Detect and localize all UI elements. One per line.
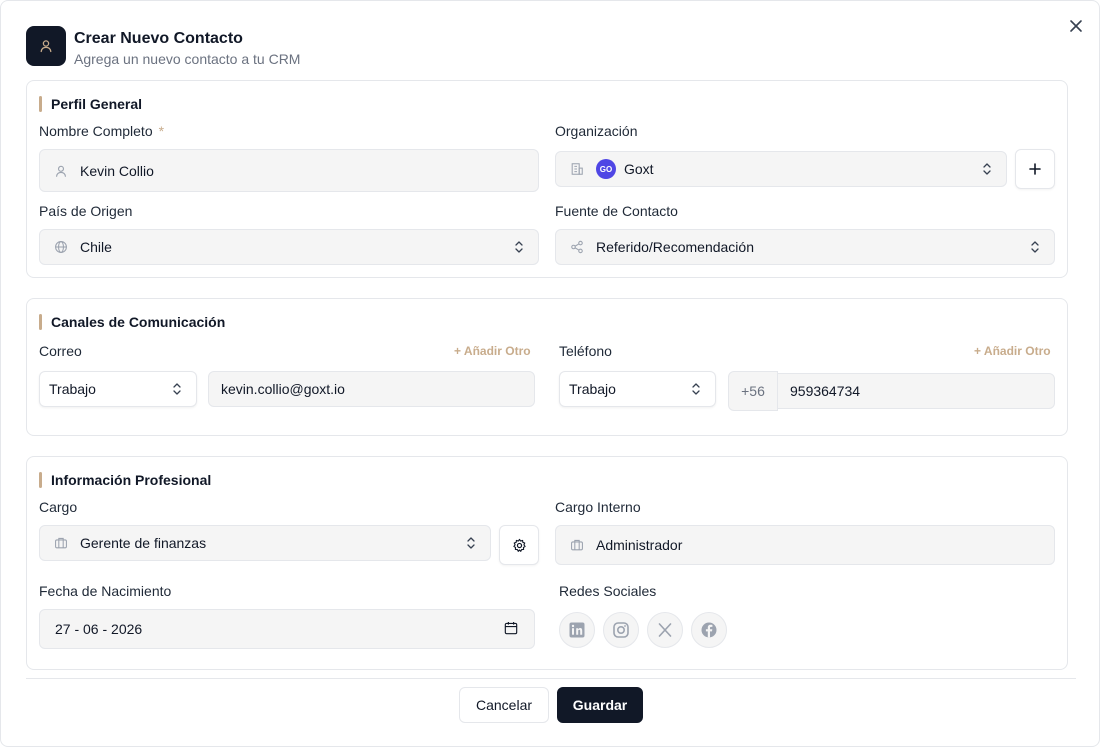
cargo-settings-button[interactable] xyxy=(499,525,539,565)
add-organization-button[interactable] xyxy=(1015,149,1055,189)
pais-value: Chile xyxy=(80,239,112,255)
telefono-label: Teléfono xyxy=(559,343,612,359)
organizacion-label: Organización xyxy=(555,123,638,139)
required-mark: * xyxy=(158,123,165,139)
cargo-interno-label: Cargo Interno xyxy=(555,499,641,515)
cargo-value: Gerente de finanzas xyxy=(80,535,207,551)
facebook-icon xyxy=(701,622,717,638)
close-icon[interactable] xyxy=(1067,17,1085,35)
cargo-select[interactable]: Gerente de finanzas xyxy=(39,525,491,561)
x-icon xyxy=(658,623,672,637)
section-title: Información Profesional xyxy=(39,472,211,488)
chevron-updown-icon xyxy=(514,240,524,254)
telefono-input[interactable]: 959364734 xyxy=(777,373,1055,409)
cancel-button[interactable]: Cancelar xyxy=(459,687,549,723)
instagram-button[interactable] xyxy=(603,612,639,648)
add-email-link[interactable]: + Añadir Otro xyxy=(454,344,531,358)
chevron-updown-icon xyxy=(172,382,182,396)
share-icon xyxy=(570,240,584,254)
building-icon xyxy=(570,162,584,176)
correo-type-value: Trabajo xyxy=(49,381,96,397)
fecha-input[interactable]: 27 - 06 - 2026 xyxy=(39,609,535,649)
pais-label: País de Origen xyxy=(39,203,133,219)
telefono-type-select[interactable]: Trabajo xyxy=(559,371,716,407)
section-title: Perfil General xyxy=(39,96,142,112)
cargo-label: Cargo xyxy=(39,499,78,515)
fuente-select[interactable]: Referido/Recomendación xyxy=(555,229,1055,265)
section-canales: Canales de Comunicación xyxy=(26,298,1068,436)
create-contact-modal: Crear Nuevo Contacto Agrega un nuevo con… xyxy=(0,0,1100,747)
linkedin-icon xyxy=(569,622,585,638)
redes-label: Redes Sociales xyxy=(559,583,657,599)
briefcase-icon xyxy=(570,538,584,552)
pais-select[interactable]: Chile xyxy=(39,229,539,265)
fecha-label: Fecha de Nacimiento xyxy=(39,583,172,599)
plus-icon xyxy=(1029,163,1041,175)
chevron-updown-icon xyxy=(691,382,701,396)
organization-logo: GO xyxy=(596,159,616,179)
nombre-input[interactable]: Kevin Collio xyxy=(39,149,539,192)
correo-value: kevin.collio@goxt.io xyxy=(221,381,345,397)
correo-label: Correo xyxy=(39,343,82,359)
correo-input[interactable]: kevin.collio@goxt.io xyxy=(208,371,535,407)
section-title: Canales de Comunicación xyxy=(39,314,225,330)
header-user-icon xyxy=(26,26,66,66)
modal-title: Crear Nuevo Contacto xyxy=(74,30,243,47)
chevron-updown-icon xyxy=(982,162,992,176)
user-icon xyxy=(54,164,68,178)
phone-prefix: +56 xyxy=(728,371,778,411)
chevron-updown-icon xyxy=(1030,240,1040,254)
fuente-label: Fuente de Contacto xyxy=(555,203,678,219)
cargo-interno-input[interactable]: Administrador xyxy=(555,525,1055,565)
linkedin-button[interactable] xyxy=(559,612,595,648)
nombre-value: Kevin Collio xyxy=(80,162,154,179)
globe-icon xyxy=(54,240,68,254)
telefono-value: 959364734 xyxy=(790,383,861,399)
add-phone-link[interactable]: + Añadir Otro xyxy=(974,344,1051,358)
facebook-button[interactable] xyxy=(691,612,727,648)
footer-divider xyxy=(26,678,1076,679)
instagram-icon xyxy=(613,622,629,638)
cargo-interno-value: Administrador xyxy=(596,537,683,553)
x-twitter-button[interactable] xyxy=(647,612,683,648)
nombre-label: Nombre Completo * xyxy=(39,123,165,139)
fuente-value: Referido/Recomendación xyxy=(596,239,754,255)
telefono-type-value: Trabajo xyxy=(569,381,616,397)
correo-type-select[interactable]: Trabajo xyxy=(39,371,197,407)
chevron-updown-icon xyxy=(466,536,476,550)
save-button[interactable]: Guardar xyxy=(557,687,643,723)
gear-icon xyxy=(512,538,526,552)
organizacion-select[interactable]: GO Goxt xyxy=(555,151,1007,187)
fecha-value: 27 - 06 - 2026 xyxy=(55,621,143,637)
briefcase-icon xyxy=(54,536,68,550)
calendar-icon[interactable] xyxy=(504,621,518,635)
organizacion-value: Goxt xyxy=(624,161,654,177)
modal-subtitle: Agrega un nuevo contacto a tu CRM xyxy=(74,51,301,67)
